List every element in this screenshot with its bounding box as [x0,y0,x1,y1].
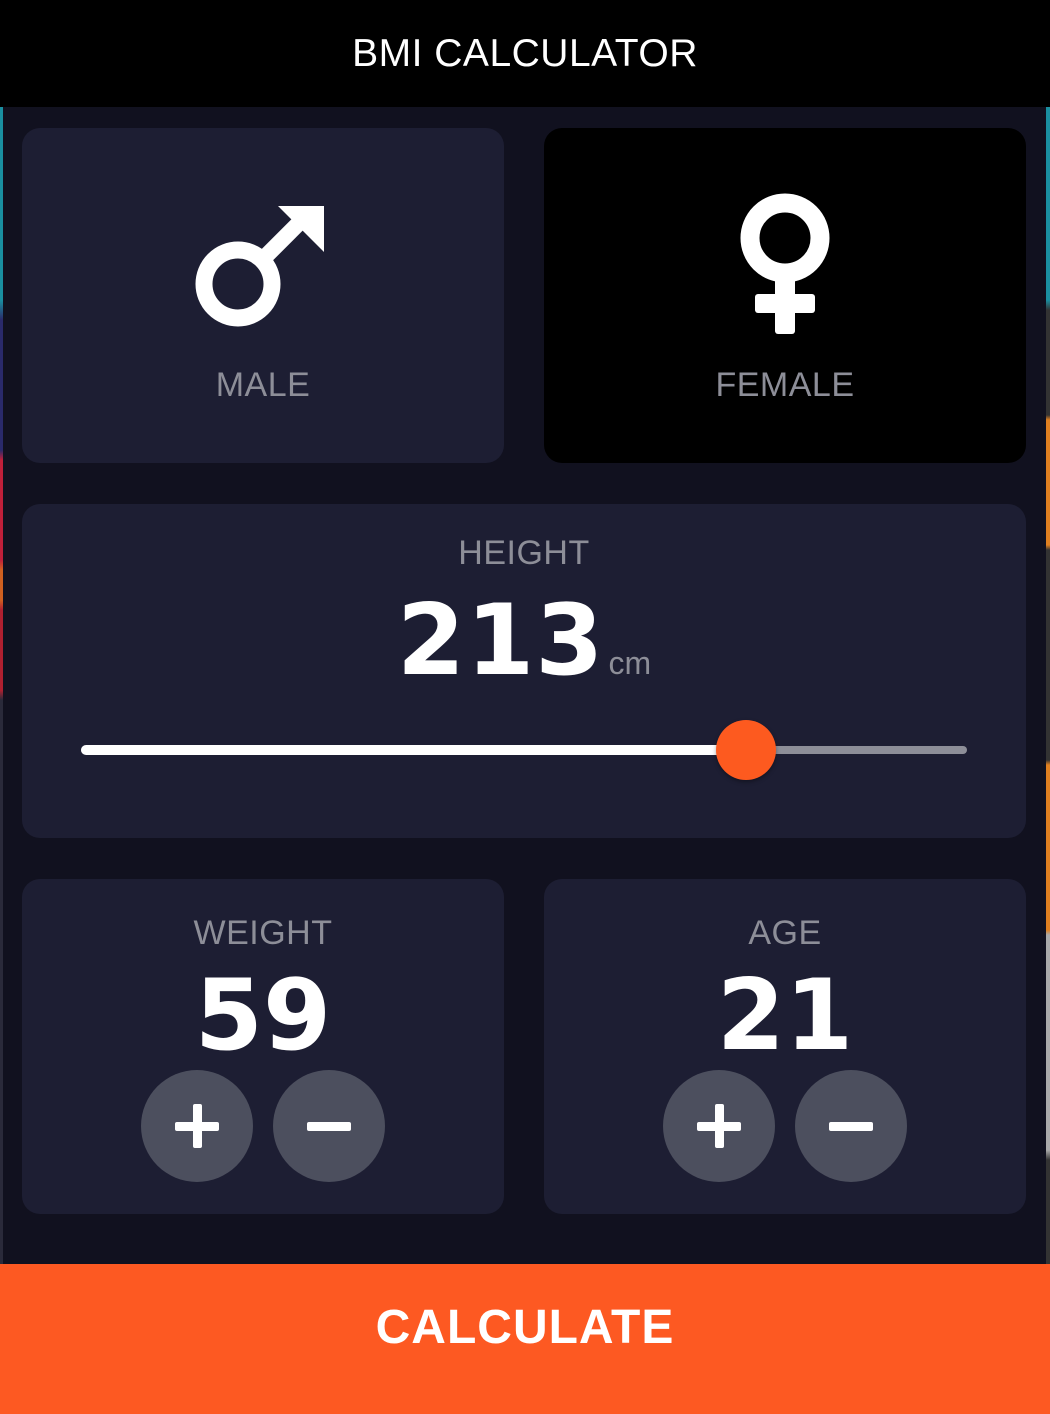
weight-label: WEIGHT [193,914,333,952]
app-title: BMI CALCULATOR [352,31,698,75]
height-card: HEIGHT 213 cm [22,504,1026,838]
height-label: HEIGHT [458,534,590,572]
bmi-app: BMI CALCULATOR MALE FEMALE HEIGHT 213 cm [0,0,1050,1414]
male-label: MALE [215,366,311,404]
male-symbol-icon [195,206,324,327]
height-slider[interactable] [81,720,967,780]
app-bar: BMI CALCULATOR [0,0,1050,107]
age-increment-button[interactable] [663,1070,775,1182]
height-value: 213 [396,584,605,698]
calculate-button[interactable]: CALCULATE [0,1264,1050,1414]
slider-active-track [81,745,746,755]
calculate-label: CALCULATE [375,1300,675,1354]
weight-value: 59 [194,959,332,1073]
female-symbol-icon [740,193,830,334]
left-edge-strip [0,0,3,1414]
plus-icon [697,1104,741,1148]
age-decrement-button[interactable] [795,1070,907,1182]
male-card[interactable]: MALE [22,128,504,463]
weight-decrement-button[interactable] [273,1070,385,1182]
age-value: 21 [716,959,854,1073]
minus-icon [829,1104,873,1148]
height-readout: 213 cm [22,584,1026,698]
female-card[interactable]: FEMALE [544,128,1026,463]
minus-icon [307,1104,351,1148]
plus-icon [175,1104,219,1148]
age-label: AGE [748,914,822,952]
slider-thumb[interactable] [715,720,776,780]
weight-increment-button[interactable] [141,1070,253,1182]
right-edge-strip [1046,0,1050,1414]
age-card: AGE 21 [544,879,1026,1214]
female-label: FEMALE [715,366,855,404]
height-unit: cm [608,645,652,681]
weight-card: WEIGHT 59 [22,879,504,1214]
